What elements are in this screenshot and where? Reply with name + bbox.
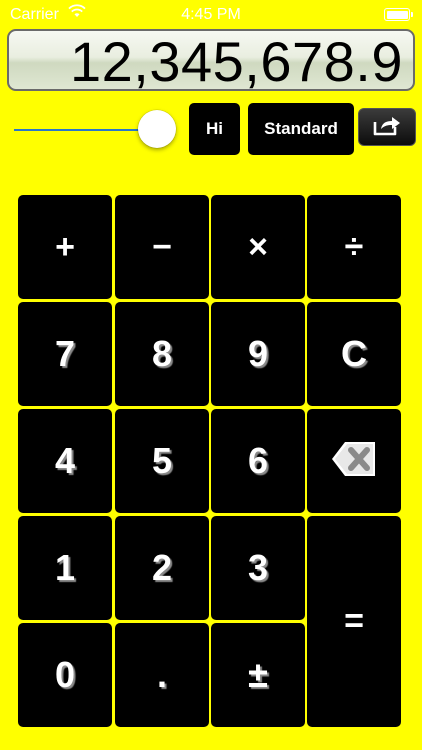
precision-slider[interactable]: [14, 108, 186, 152]
keypad: + − × ÷ 7 8 9 C 4 5 6 1 2 3 = 0 . ±: [16, 193, 404, 733]
backspace-key[interactable]: [307, 409, 401, 513]
zero-key[interactable]: 0: [18, 623, 112, 727]
one-key[interactable]: 1: [18, 516, 112, 620]
display-value: 12,345,678.9: [70, 30, 403, 91]
nine-key[interactable]: 9: [211, 302, 305, 406]
four-key[interactable]: 4: [18, 409, 112, 513]
five-key[interactable]: 5: [115, 409, 209, 513]
status-time: 4:45 PM: [181, 6, 241, 23]
multiply-key[interactable]: ×: [211, 195, 305, 299]
decimal-key[interactable]: .: [115, 623, 209, 727]
plus-key[interactable]: +: [18, 195, 112, 299]
battery-icon: [384, 8, 413, 21]
clear-key[interactable]: C: [307, 302, 401, 406]
share-button[interactable]: [358, 108, 416, 146]
two-key[interactable]: 2: [115, 516, 209, 620]
status-bar: Carrier 4:45 PM: [0, 0, 422, 30]
eight-key[interactable]: 8: [115, 302, 209, 406]
three-key[interactable]: 3: [211, 516, 305, 620]
share-icon: [372, 114, 402, 141]
seven-key[interactable]: 7: [18, 302, 112, 406]
mode-standard-button[interactable]: Standard: [248, 103, 354, 155]
precision-hi-button[interactable]: Hi: [189, 103, 240, 155]
six-key[interactable]: 6: [211, 409, 305, 513]
divide-key[interactable]: ÷: [307, 195, 401, 299]
sign-toggle-key[interactable]: ±: [211, 623, 305, 727]
result-display: 12,345,678.9: [7, 29, 415, 91]
equals-key[interactable]: =: [307, 516, 401, 727]
slider-thumb[interactable]: [137, 110, 176, 148]
backspace-icon: [330, 440, 378, 483]
minus-key[interactable]: −: [115, 195, 209, 299]
